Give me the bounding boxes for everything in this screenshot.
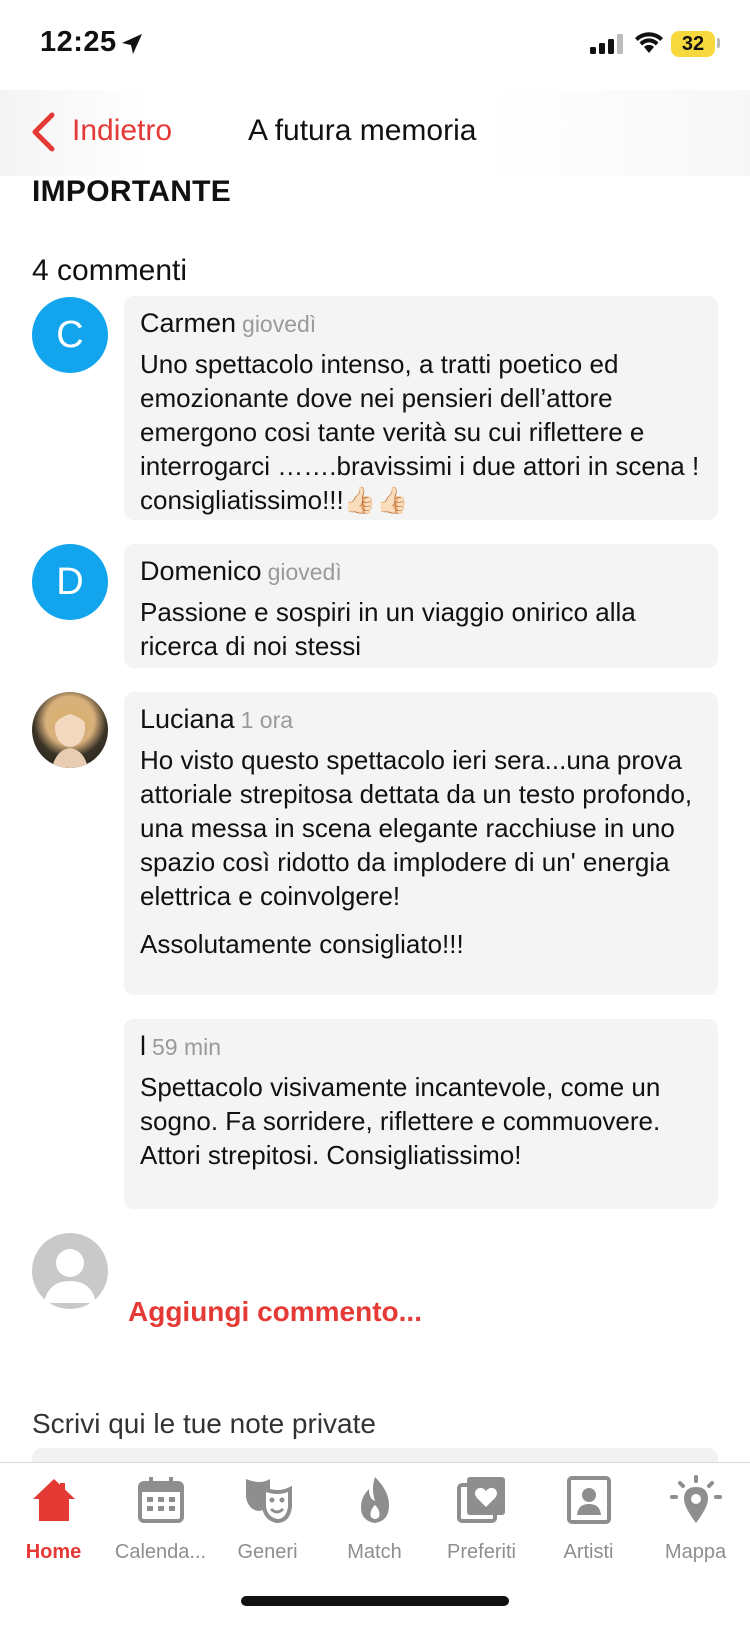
tab-calendar[interactable]: Calenda...: [107, 1463, 214, 1573]
home-icon: [32, 1479, 75, 1521]
comment-text: Ho visto questo spettacolo ieri sera...u…: [140, 745, 700, 911]
comment-author[interactable]: Luciana: [140, 704, 235, 734]
avatar-photo[interactable]: [32, 692, 108, 768]
tab-label: Generi: [237, 1541, 298, 1563]
avatar[interactable]: C: [32, 297, 108, 373]
comment-time: 59 min: [152, 1034, 222, 1060]
comment-bubble: Carmen giovedì Uno spettacolo intenso, a …: [124, 296, 718, 520]
comment-bubble: l 59 min Spettacolo visivamente incantevo…: [124, 1019, 718, 1209]
tab-home[interactable]: Home: [0, 1463, 107, 1573]
tab-label: Preferiti: [447, 1541, 516, 1563]
comment-text: Spettacolo visivamente incantevole, come…: [140, 1072, 668, 1170]
comment-author[interactable]: l: [140, 1031, 146, 1061]
tab-favorites[interactable]: Preferiti: [428, 1463, 535, 1573]
comment-author[interactable]: Carmen: [140, 308, 236, 338]
tab-label: Artisti: [563, 1541, 614, 1563]
tab-genres[interactable]: Generi: [214, 1463, 321, 1573]
comment-time: giovedì: [267, 559, 342, 585]
battery-cap: [717, 38, 720, 48]
flame-icon: [360, 1477, 389, 1523]
comment-bubble: Luciana 1 ora Ho visto questo spettacolo …: [124, 692, 718, 995]
wifi-icon: [635, 32, 663, 53]
tab-artists[interactable]: Artisti: [535, 1463, 642, 1573]
comment-text: Passione e sospiri in un viaggio onirico…: [140, 597, 643, 661]
comment-bubble: Domenico giovedì Passione e sospiri in un…: [124, 544, 718, 668]
section-heading: IMPORTANTE: [32, 175, 232, 208]
tab-label: Calenda...: [114, 1541, 207, 1563]
map-pin-lightbulb-icon: [669, 1475, 722, 1523]
home-indicator[interactable]: [241, 1596, 509, 1606]
comment-text: Uno spettacolo intenso, a tratti poetico…: [140, 349, 707, 515]
contact-card-icon: [566, 1476, 611, 1524]
theater-masks-icon: [245, 1479, 292, 1524]
user-silhouette-icon: [44, 1249, 96, 1303]
comment-author[interactable]: Domenico: [140, 556, 262, 586]
user-avatar-placeholder: [32, 1233, 108, 1309]
tab-map[interactable]: Mappa: [642, 1463, 749, 1573]
cellular-signal-icon: [590, 34, 623, 54]
add-comment-button[interactable]: Aggiungi commento...: [128, 1296, 422, 1328]
location-arrow-icon: [122, 34, 142, 54]
private-notes-label: Scrivi qui le tue note private: [32, 1408, 376, 1439]
tab-label: Mappa: [664, 1541, 727, 1563]
user-photo-icon: [49, 704, 91, 768]
comment-text-paragraph: Assolutamente consigliato!!!: [140, 929, 464, 959]
comment-time: giovedì: [242, 311, 317, 337]
chevron-left-icon[interactable]: [30, 112, 56, 152]
back-button[interactable]: Indietro: [72, 114, 172, 148]
page-title: A futura memoria: [248, 114, 477, 147]
tab-label: Home: [25, 1541, 82, 1563]
status-time: 12:25: [40, 26, 117, 58]
tab-label: Match: [347, 1541, 402, 1563]
comments-count: 4 commenti: [32, 254, 188, 287]
status-bar: 12:25 32: [0, 0, 750, 90]
avatar[interactable]: D: [32, 544, 108, 620]
comment-time: 1 ora: [240, 707, 294, 733]
battery-indicator: 32: [671, 31, 715, 57]
heart-photos-icon: [456, 1477, 505, 1523]
calendar-icon: [137, 1477, 184, 1523]
navigation-bar: Indietro A futura memoria: [0, 90, 750, 176]
tab-match[interactable]: Match: [321, 1463, 428, 1573]
